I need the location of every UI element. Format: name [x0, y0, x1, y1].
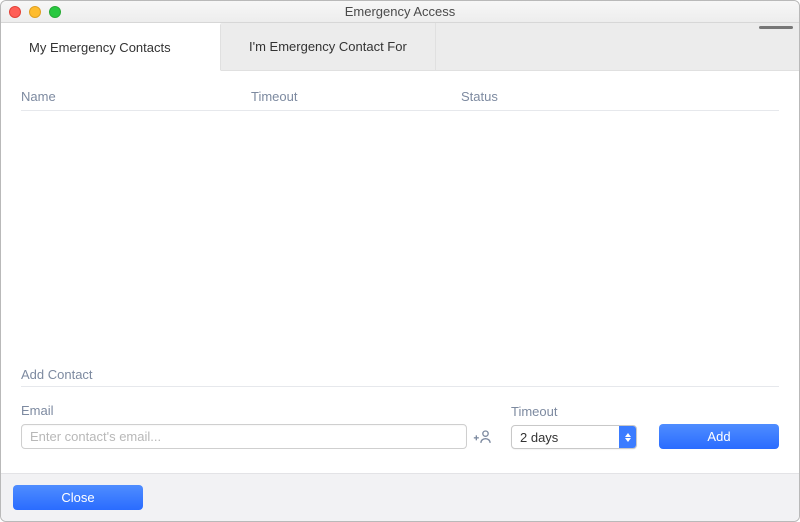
- timeout-label: Timeout: [511, 404, 641, 419]
- tab-im-emergency-contact-for[interactable]: I'm Emergency Contact For: [221, 23, 436, 70]
- contacts-table-body: [21, 111, 779, 359]
- timeout-select[interactable]: 2 days: [511, 425, 637, 449]
- tab-label: I'm Emergency Contact For: [249, 39, 407, 54]
- stepper-arrows-icon: [619, 426, 636, 448]
- drag-handle-icon[interactable]: [759, 26, 793, 29]
- tab-bar: My Emergency Contacts I'm Emergency Cont…: [1, 23, 799, 71]
- timeout-group: Timeout 2 days: [511, 404, 641, 449]
- contacts-table-header: Name Timeout Status: [21, 89, 779, 111]
- window-title: Emergency Access: [345, 4, 456, 19]
- window-controls: [9, 6, 61, 18]
- add-contact-heading: Add Contact: [21, 367, 779, 387]
- footer: Close: [1, 473, 799, 521]
- add-contact-form: Email Timeout 2 days: [21, 403, 779, 473]
- add-button[interactable]: Add: [659, 424, 779, 449]
- minimize-window-icon[interactable]: [29, 6, 41, 18]
- add-person-icon[interactable]: [473, 427, 493, 447]
- close-window-icon[interactable]: [9, 6, 21, 18]
- email-input-wrap: [21, 424, 493, 449]
- emergency-access-window: Emergency Access My Emergency Contacts I…: [0, 0, 800, 522]
- email-label: Email: [21, 403, 493, 418]
- add-button-label: Add: [707, 429, 730, 444]
- close-button[interactable]: Close: [13, 485, 143, 510]
- content-area: Name Timeout Status Add Contact Email: [1, 71, 799, 473]
- column-header-name[interactable]: Name: [21, 89, 251, 104]
- tab-label: My Emergency Contacts: [29, 40, 171, 55]
- titlebar: Emergency Access: [1, 1, 799, 23]
- tab-my-emergency-contacts[interactable]: My Emergency Contacts: [1, 23, 221, 71]
- email-field[interactable]: [21, 424, 467, 449]
- email-group: Email: [21, 403, 493, 449]
- column-header-timeout[interactable]: Timeout: [251, 89, 461, 104]
- close-button-label: Close: [61, 490, 94, 505]
- column-header-status[interactable]: Status: [461, 89, 779, 104]
- maximize-window-icon[interactable]: [49, 6, 61, 18]
